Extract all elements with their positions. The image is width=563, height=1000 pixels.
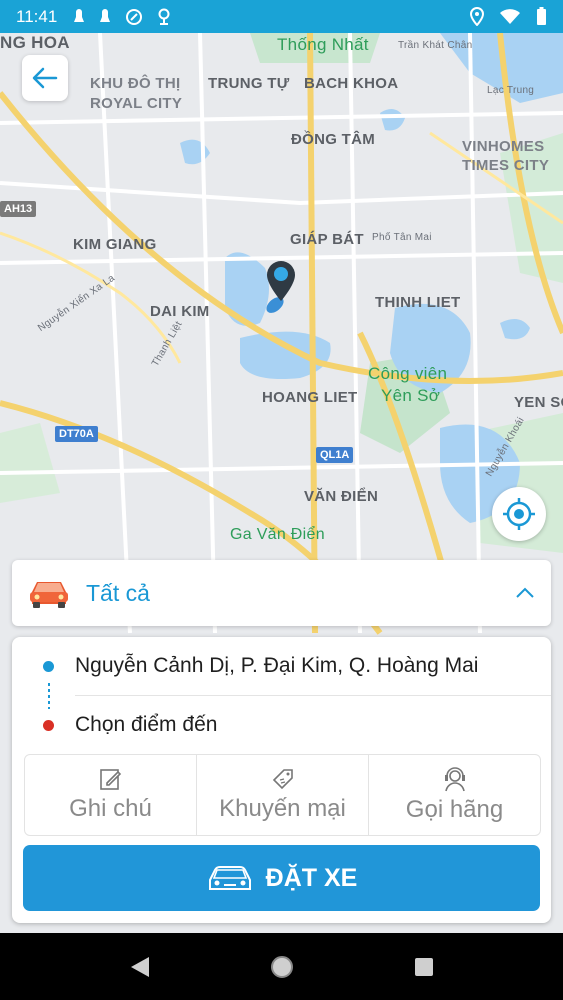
road-shield: AH13 xyxy=(0,201,37,217)
map-label: HOANG LIET xyxy=(262,389,358,406)
promo-tag-icon xyxy=(272,769,293,790)
map-label: Công viên xyxy=(368,364,448,383)
map-label: VĂN ĐIỂN xyxy=(304,488,379,505)
call-company-button[interactable]: Gọi hãng xyxy=(369,755,540,835)
map-label: Trần Khát Chân xyxy=(398,40,473,51)
home-nav-icon[interactable] xyxy=(269,954,295,980)
promo-label: Khuyến mại xyxy=(219,795,346,822)
vehicle-type-selector[interactable]: Tất cả xyxy=(12,560,551,626)
wifi-icon xyxy=(500,8,520,24)
map-label: ROYAL CITY xyxy=(90,95,183,112)
map-label: Lạc Trung xyxy=(487,85,535,96)
destination-dot xyxy=(43,719,54,731)
chevron-up-icon xyxy=(516,587,534,598)
car-outline-icon xyxy=(208,866,251,890)
crosshair-icon xyxy=(503,498,535,530)
car-icon xyxy=(30,582,68,608)
status-time: 11:41 xyxy=(16,6,58,26)
map-label: BACH KHOA xyxy=(304,75,399,92)
road-shield: DT70A xyxy=(55,426,98,442)
recents-nav-icon[interactable] xyxy=(413,956,435,978)
my-location-button[interactable] xyxy=(492,487,546,541)
battery-icon xyxy=(537,7,546,25)
location-icon xyxy=(158,8,170,25)
destination-row[interactable]: Chọn điểm đến xyxy=(12,696,551,754)
pickup-address: Nguyễn Cảnh Dị, P. Đại Kim, Q. Hoàng Mai xyxy=(75,654,479,677)
map-label: NG HOA xyxy=(0,33,70,52)
pickup-row[interactable]: Nguyễn Cảnh Dị, P. Đại Kim, Q. Hoàng Mai xyxy=(12,637,551,695)
map-label: GIÁP BÁT xyxy=(290,231,364,248)
map-label: Thống Nhất xyxy=(277,35,369,54)
map-label: VINHOMES xyxy=(462,138,545,155)
current-location-marker xyxy=(266,261,295,313)
map-label: THINH LIET xyxy=(375,294,461,311)
promo-button[interactable]: Khuyến mại xyxy=(197,755,369,835)
arrow-left-icon xyxy=(32,67,58,89)
map-label: DAI KIM xyxy=(150,303,210,320)
map-label: Ga Văn Điển xyxy=(230,526,325,543)
map-label: TIMES CITY xyxy=(462,157,550,174)
data-saver-icon xyxy=(126,8,143,25)
headset-icon xyxy=(444,767,465,792)
edit-note-icon xyxy=(99,769,121,790)
note-button[interactable]: Ghi chú xyxy=(25,755,197,835)
map-label: TRUNG TỰ xyxy=(208,75,290,92)
vehicle-type-label: Tất cả xyxy=(86,579,150,606)
note-label: Ghi chú xyxy=(69,795,152,822)
back-nav-icon[interactable] xyxy=(129,955,151,979)
map-label: KIM GIANG xyxy=(73,236,157,253)
location-pin-icon xyxy=(470,7,484,26)
map-label: Yên Sở xyxy=(381,386,441,405)
booking-panel: Nguyễn Cảnh Dị, P. Đại Kim, Q. Hoàng Mai… xyxy=(12,637,551,923)
booking-options: Ghi chú Khuyến mại Gọi hãng xyxy=(24,754,541,836)
map-label: YEN SO xyxy=(514,394,563,411)
book-ride-button[interactable]: ĐẶT XE xyxy=(23,845,540,911)
book-ride-label: ĐẶT XE xyxy=(265,863,358,892)
system-nav-bar xyxy=(0,933,563,1000)
map-label: KHU ĐÔ THỊ xyxy=(90,75,181,92)
map-label: Phố Tân Mai xyxy=(372,232,432,243)
call-company-label: Gọi hãng xyxy=(405,796,504,823)
destination-placeholder: Chọn điểm đến xyxy=(75,713,218,736)
back-button[interactable] xyxy=(22,55,68,101)
pickup-dot xyxy=(43,660,54,672)
notification-icon xyxy=(74,8,85,22)
map-label: ĐỒNG TÂM xyxy=(291,131,376,148)
notification-icon xyxy=(100,8,111,22)
status-bar: 11:41 xyxy=(0,0,563,33)
road-shield: QL1A xyxy=(316,447,354,463)
